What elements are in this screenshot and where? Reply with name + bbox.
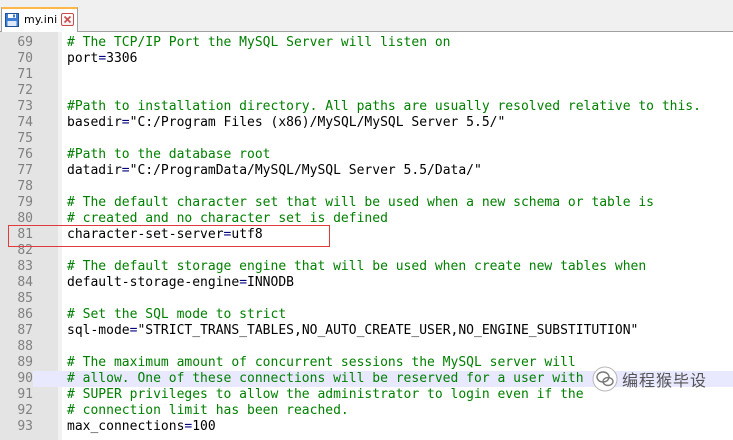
saved-file-icon xyxy=(5,13,19,27)
line-number: 79 xyxy=(0,195,33,211)
line-code: sql-mode="STRICT_TRANS_TABLES,NO_AUTO_CR… xyxy=(67,323,638,339)
line-number: 84 xyxy=(0,275,33,291)
line-code: max_connections=100 xyxy=(67,419,216,435)
code-operator: = xyxy=(121,163,130,178)
line-code: basedir="C:/Program Files (x86)/MySQL/My… xyxy=(67,115,505,131)
code-line[interactable]: 77 datadir="C:/ProgramData/MySQL/MySQL Se… xyxy=(0,163,733,179)
tab-my-ini[interactable]: my.ini xyxy=(1,7,78,32)
notepad-editor-window: my.ini 69 # The TCP/IP Port the MySQL Ser… xyxy=(0,0,733,440)
line-number: 87 xyxy=(0,323,33,339)
code-line[interactable]: 73 #Path to installation directory. All p… xyxy=(0,99,733,115)
line-code: # The default character set that will be… xyxy=(67,195,654,211)
tab-label: my.ini xyxy=(24,13,58,26)
line-code: # connection limit has been reached. xyxy=(67,403,349,419)
code-text: "C:/ProgramData/MySQL/MySQL Server 5.5/D… xyxy=(129,163,482,178)
code-line[interactable]: 88 xyxy=(0,339,733,355)
code-line[interactable]: 74 basedir="C:/Program Files (x86)/MySQL/… xyxy=(0,115,733,131)
line-code: # The default storage engine that will b… xyxy=(67,259,646,275)
tab-bar: my.ini xyxy=(0,0,733,32)
code-line[interactable]: 76 #Path to the database root xyxy=(0,147,733,163)
line-number: 71 xyxy=(0,67,33,83)
code-text: default-storage-engine xyxy=(67,275,240,290)
line-number: 69 xyxy=(0,35,33,51)
line-number: 72 xyxy=(0,83,33,99)
line-number: 78 xyxy=(0,179,33,195)
code-comment: # connection limit has been reached. xyxy=(67,403,349,418)
line-number: 88 xyxy=(0,339,33,355)
code-text: basedir xyxy=(67,115,122,130)
code-line[interactable]: 71 xyxy=(0,67,733,83)
code-text: 100 xyxy=(192,419,216,434)
code-line[interactable]: 85 xyxy=(0,291,733,307)
line-code: # allow. One of these connections will b… xyxy=(67,371,584,387)
code-line[interactable]: 78 xyxy=(0,179,733,195)
line-number: 70 xyxy=(0,51,33,67)
code-operator: = xyxy=(239,275,248,290)
line-number: 86 xyxy=(0,307,33,323)
code-line[interactable]: 79 # The default character set that will … xyxy=(0,195,733,211)
highlight-annotation-box xyxy=(8,225,330,247)
code-line[interactable]: 87 sql-mode="STRICT_TRANS_TABLES,NO_AUTO_… xyxy=(0,323,733,339)
close-icon xyxy=(63,15,72,24)
line-number: 77 xyxy=(0,163,33,179)
line-number: 73 xyxy=(0,99,33,115)
code-line[interactable]: 93 max_connections=100 xyxy=(0,419,733,435)
line-number: 75 xyxy=(0,131,33,147)
close-tab-button[interactable] xyxy=(61,13,74,26)
code-operator: = xyxy=(121,115,130,130)
line-code: default-storage-engine=INNODB xyxy=(67,275,294,291)
line-number: 89 xyxy=(0,355,33,371)
line-code: # The maximum amount of concurrent sessi… xyxy=(67,355,576,371)
code-text: sql-mode xyxy=(67,323,130,338)
wechat-logo-icon xyxy=(592,366,618,392)
line-code: # Set the SQL mode to strict xyxy=(67,307,286,323)
code-line[interactable]: 70 port=3306 xyxy=(0,51,733,67)
code-line[interactable]: 83 # The default storage engine that will… xyxy=(0,259,733,275)
code-comment: # SUPER privileges to allow the administ… xyxy=(67,387,584,402)
line-code: #Path to installation directory. All pat… xyxy=(67,99,701,115)
code-operator: = xyxy=(98,51,107,66)
watermark-text: 编程猴毕设 xyxy=(622,371,708,390)
code-comment: # allow. One of these connections will b… xyxy=(67,371,584,386)
line-number: 74 xyxy=(0,115,33,131)
code-text: datadir xyxy=(67,163,122,178)
code-comment: #Path to the database root xyxy=(67,147,271,162)
line-code: port=3306 xyxy=(67,51,137,67)
line-code: #Path to the database root xyxy=(67,147,271,163)
code-text: INNODB xyxy=(247,275,294,290)
line-number: 90 xyxy=(0,371,33,387)
line-code: # SUPER privileges to allow the administ… xyxy=(67,387,584,403)
code-comment: # created and no character set is define… xyxy=(67,211,388,226)
watermark: 编程猴毕设 xyxy=(592,364,707,394)
code-text: max_connections xyxy=(67,419,185,434)
line-number: 85 xyxy=(0,291,33,307)
code-line[interactable]: 72 xyxy=(0,83,733,99)
code-line[interactable]: 86 # Set the SQL mode to strict xyxy=(0,307,733,323)
line-number: 91 xyxy=(0,387,33,403)
code-line[interactable]: 84 default-storage-engine=INNODB xyxy=(0,275,733,291)
code-text: "C:/Program Files (x86)/MySQL/MySQL Serv… xyxy=(129,115,506,130)
line-code: # The TCP/IP Port the MySQL Server will … xyxy=(67,35,451,51)
code-line[interactable]: 92 # connection limit has been reached. xyxy=(0,403,733,419)
code-comment: # The default character set that will be… xyxy=(67,195,654,210)
line-number: 76 xyxy=(0,147,33,163)
line-code: datadir="C:/ProgramData/MySQL/MySQL Serv… xyxy=(67,163,482,179)
code-line[interactable]: 69 # The TCP/IP Port the MySQL Server wil… xyxy=(0,35,733,51)
line-number: 83 xyxy=(0,259,33,275)
code-comment: # The maximum amount of concurrent sessi… xyxy=(67,355,576,370)
line-number: 93 xyxy=(0,419,33,435)
code-comment: # Set the SQL mode to strict xyxy=(67,307,287,322)
code-comment: #Path to installation directory. All pat… xyxy=(67,99,701,114)
code-comment: # The TCP/IP Port the MySQL Server will … xyxy=(67,35,451,50)
line-number: 92 xyxy=(0,403,33,419)
code-text: 3306 xyxy=(106,51,138,66)
code-text: "STRICT_TRANS_TABLES,NO_AUTO_CREATE_USER… xyxy=(137,323,639,338)
code-comment: # The default storage engine that will b… xyxy=(67,259,647,274)
code-line[interactable]: 75 xyxy=(0,131,733,147)
code-text: port xyxy=(67,51,99,66)
